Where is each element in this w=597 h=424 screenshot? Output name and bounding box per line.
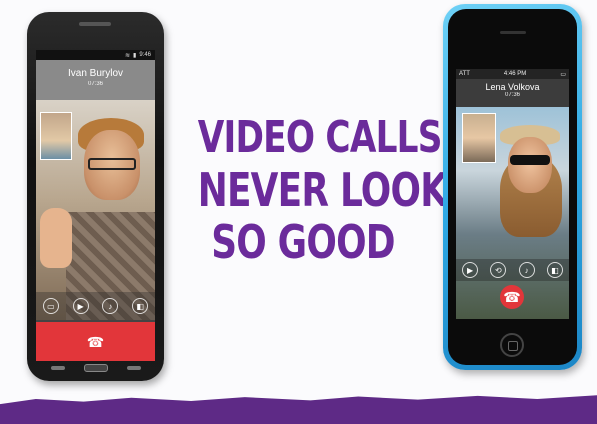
microphone-icon[interactable]: ♪ — [102, 298, 119, 314]
battery-icon: ▭ — [560, 71, 566, 78]
android-contact-name: Ivan Burylov — [67, 68, 124, 79]
iphone-call-controls: ▶ ⟲ ♪ ◧ — [456, 259, 569, 281]
speaker-icon[interactable]: ◧ — [132, 298, 149, 314]
iphone-end-call-button[interactable]: ☎ — [500, 285, 524, 309]
home-key[interactable] — [84, 364, 108, 372]
iphone-self-view-thumbnail[interactable] — [462, 113, 496, 163]
phone-hangup-icon: ☎ — [503, 289, 521, 305]
iphone-status-time: 4:46 PM — [503, 71, 527, 77]
video-person-hand — [40, 208, 72, 268]
speaker-icon[interactable]: ◧ — [546, 262, 563, 278]
iphone-status-bar: ATT 4:46 PM ▭ — [456, 69, 569, 79]
iphone-remote-video: ▶ ⟲ ♪ ◧ ☎ — [456, 107, 569, 319]
promo-canvas: ≋ ▮ 9:46 Ivan Burylov 07:36 ▭ ▶ ♪ ◧ ☎ VI… — [0, 0, 597, 424]
iphone-carrier: ATT — [459, 71, 470, 77]
menu-key[interactable] — [127, 366, 141, 370]
headline: VIDEO CALLS NEVER LOOKED SO GOOD — [168, 112, 501, 269]
video-person-glasses — [88, 158, 136, 170]
headline-line-2: NEVER LOOKED — [197, 163, 501, 217]
back-key[interactable] — [51, 366, 65, 370]
android-phone: ≋ ▮ 9:46 Ivan Burylov 07:36 ▭ ▶ ♪ ◧ ☎ — [27, 12, 164, 381]
iphone-contact-name: Lena Volkova — [485, 82, 540, 92]
android-call-header: Ivan Burylov 07:36 — [36, 60, 155, 100]
camera-icon[interactable]: ▶ — [72, 298, 89, 314]
android-status-bar: ≋ ▮ 9:46 — [36, 50, 155, 60]
camera-icon[interactable]: ▶ — [462, 262, 479, 278]
iphone: ATT 4:46 PM ▭ Lena Volkova 07:36 ▶ ⟲ ♪ ◧… — [443, 4, 582, 370]
iphone-call-screen: ATT 4:46 PM ▭ Lena Volkova 07:36 ▶ ⟲ ♪ ◧… — [456, 69, 569, 319]
wifi-icon: ≋ — [124, 52, 130, 59]
camera-switch-icon[interactable]: ⟲ — [490, 262, 507, 278]
iphone-earpiece — [500, 31, 526, 34]
android-call-screen: ≋ ▮ 9:46 Ivan Burylov 07:36 ▭ ▶ ♪ ◧ ☎ — [36, 50, 155, 361]
android-call-duration: 07:36 — [87, 81, 103, 87]
video-person-sunglasses — [510, 155, 550, 165]
android-speaker-grille — [79, 22, 111, 26]
headline-line-3: SO GOOD — [211, 215, 395, 269]
signal-icon: ▮ — [133, 52, 137, 59]
headline-line-1: VIDEO CALLS — [197, 112, 443, 163]
iphone-call-duration: 07:36 — [504, 92, 520, 98]
iphone-call-header: Lena Volkova 07:36 — [456, 79, 569, 107]
android-self-view-thumbnail[interactable] — [40, 112, 72, 160]
iphone-home-button[interactable] — [500, 333, 524, 357]
iphone-front-glass: ATT 4:46 PM ▭ Lena Volkova 07:36 ▶ ⟲ ♪ ◧… — [448, 9, 577, 365]
microphone-icon[interactable]: ♪ — [518, 262, 535, 278]
android-end-call-button[interactable]: ☎ — [36, 322, 155, 361]
chat-bubble-icon[interactable]: ▭ — [42, 298, 59, 314]
phone-hangup-icon: ☎ — [86, 333, 105, 350]
android-nav-keys — [51, 364, 141, 372]
brand-purple-strip — [0, 395, 597, 424]
video-person-face — [508, 137, 552, 193]
android-call-controls: ▭ ▶ ♪ ◧ — [36, 292, 155, 320]
android-status-time: 9:46 — [139, 52, 151, 58]
